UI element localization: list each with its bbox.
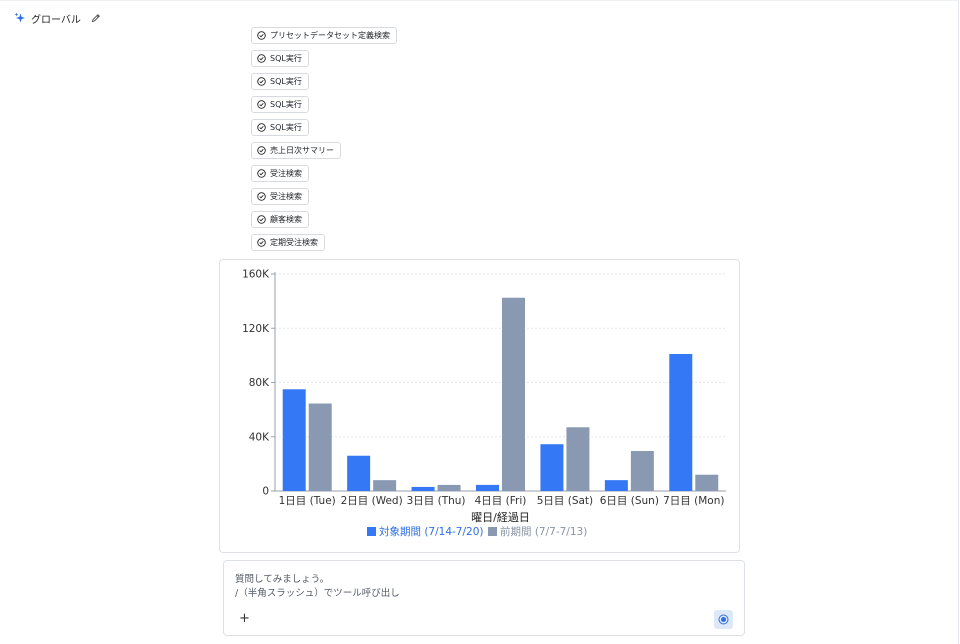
bar-current	[411, 486, 435, 491]
bar-previous	[308, 403, 332, 491]
check-circle-icon	[257, 54, 266, 63]
tool-call-label: 定期受注検索	[270, 238, 318, 247]
bar-current	[540, 444, 564, 491]
check-circle-icon	[257, 100, 266, 109]
tool-call-chip[interactable]: SQL実行	[251, 96, 309, 113]
legend-label: 対象期間 (7/14-7/20)	[379, 525, 483, 538]
tool-call-chip[interactable]: SQL実行	[251, 119, 309, 136]
placeholder-line-1: 質問してみましょう。	[235, 574, 330, 585]
bar-previous	[437, 484, 461, 491]
placeholder-line-2: /（半角スラッシュ）でツール呼び出し	[235, 588, 400, 599]
tool-call-chip[interactable]: 受注検索	[251, 188, 309, 205]
bar-previous	[630, 450, 654, 491]
check-circle-icon	[257, 77, 266, 86]
tool-call-chip[interactable]: SQL実行	[251, 73, 309, 90]
tool-call-chip[interactable]: プリセットデータセット定義検索	[251, 27, 397, 44]
tool-call-label: 受注検索	[270, 169, 302, 178]
bar-current	[347, 455, 371, 491]
check-circle-icon	[257, 169, 266, 178]
bar-previous	[373, 480, 397, 491]
y-tick-label: 80K	[249, 377, 270, 389]
y-tick-label: 40K	[249, 431, 270, 443]
pencil-icon[interactable]	[91, 13, 101, 23]
bar-previous	[566, 427, 590, 491]
bar-previous	[502, 297, 525, 491]
y-tick-label: 160K	[242, 269, 270, 281]
legend-swatch	[367, 527, 376, 536]
tool-call-label: SQL実行	[270, 77, 302, 86]
bar-current	[476, 484, 499, 491]
bar-chart: 0 40K 80K 120K 160K 1日目 (Tue) 2日目 (Wed) 3日目 (Th…	[242, 269, 726, 538]
tool-call-chip[interactable]: 定期受注検索	[251, 234, 325, 251]
check-circle-icon	[257, 146, 266, 155]
stop-button[interactable]	[714, 610, 733, 629]
check-circle-icon	[257, 192, 266, 201]
x-tick-label: 7日目 (Mon)	[663, 495, 724, 507]
tool-call-label: SQL実行	[270, 123, 302, 132]
sparkle-icon	[14, 12, 26, 24]
add-attachment-button[interactable]: +	[239, 611, 253, 627]
bar-current	[282, 389, 306, 491]
tool-call-label: 売上日次サマリー	[270, 146, 334, 155]
tool-call-label: SQL実行	[270, 54, 302, 63]
chart-card: 0 40K 80K 120K 160K 1日目 (Tue) 2日目 (Wed) 3日目 (Th…	[219, 259, 740, 553]
message-input[interactable]: 質問してみましょう。 /（半角スラッシュ）でツール呼び出し	[235, 573, 725, 603]
check-circle-icon	[257, 215, 266, 224]
bar-previous	[695, 474, 719, 491]
y-tick-label: 0	[262, 486, 269, 498]
tool-call-label: プリセットデータセット定義検索	[270, 31, 390, 40]
check-circle-icon	[257, 123, 266, 132]
x-tick-label: 2日目 (Wed)	[341, 495, 403, 507]
x-tick-label: 6日目 (Sun)	[600, 495, 659, 507]
x-tick-label: 4日目 (Fri)	[475, 495, 527, 507]
x-tick-label: 5日目 (Sat)	[537, 495, 593, 507]
x-axis-title: 曜日/経過日	[471, 511, 530, 524]
check-circle-icon	[257, 238, 266, 247]
tool-call-chip[interactable]: 顧客検索	[251, 211, 309, 228]
tool-call-chip[interactable]: 売上日次サマリー	[251, 142, 341, 159]
y-tick-label: 120K	[242, 323, 270, 335]
stop-circle-icon	[718, 614, 729, 625]
message-composer: 質問してみましょう。 /（半角スラッシュ）でツール呼び出し +	[223, 560, 745, 636]
legend-label: 前期間 (7/7-7/13)	[500, 525, 587, 538]
x-tick-label: 3日目 (Thu)	[407, 495, 466, 507]
top-divider	[0, 0, 959, 1]
chat-title: グローバル	[31, 14, 81, 26]
bar-current	[669, 354, 693, 491]
tool-call-chip[interactable]: 受注検索	[251, 165, 309, 182]
tool-call-label: 顧客検索	[270, 215, 302, 224]
tool-call-label: SQL実行	[270, 100, 302, 109]
check-circle-icon	[257, 31, 266, 40]
tool-call-chip[interactable]: SQL実行	[251, 50, 309, 67]
legend-swatch	[488, 527, 497, 536]
tool-call-label: 受注検索	[270, 192, 302, 201]
bar-current	[604, 480, 628, 491]
chat-header: グローバル	[14, 10, 101, 26]
x-tick-label: 1日目 (Tue)	[279, 495, 336, 507]
